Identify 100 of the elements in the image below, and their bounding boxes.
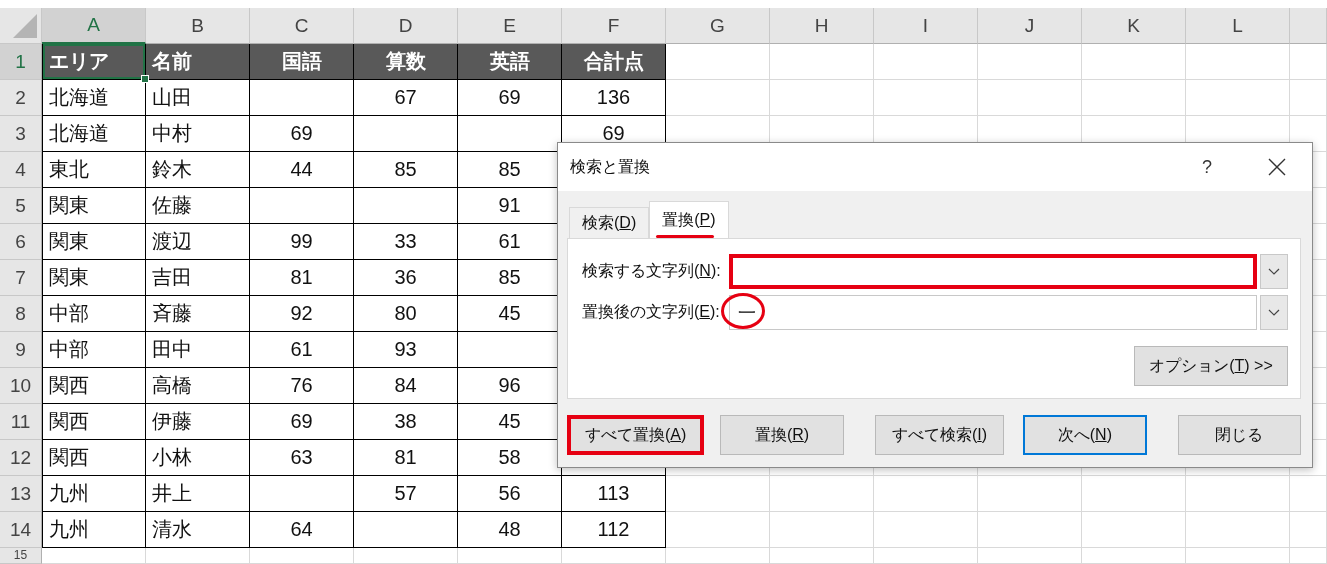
column-header[interactable]: K — [1082, 8, 1186, 44]
table-cell: 57 — [354, 476, 458, 512]
row-header[interactable]: 15 — [0, 548, 42, 564]
table-cell: 斉藤 — [146, 296, 250, 332]
table-cell: 44 — [250, 152, 354, 188]
empty-cell — [1290, 476, 1327, 512]
column-header[interactable]: F — [562, 8, 666, 44]
column-header[interactable]: A — [42, 8, 146, 44]
table-cell: 渡辺 — [146, 224, 250, 260]
column-header[interactable]: E — [458, 8, 562, 44]
table-cell: 48 — [458, 512, 562, 548]
column-title: 英語 — [458, 44, 562, 80]
column-title: 名前 — [146, 44, 250, 80]
table-cell: 81 — [354, 440, 458, 476]
row-header[interactable]: 8 — [0, 296, 42, 332]
row-header[interactable]: 9 — [0, 332, 42, 368]
table-cell: 清水 — [146, 512, 250, 548]
chevron-down-icon — [1268, 309, 1280, 316]
table-cell: 田中 — [146, 332, 250, 368]
dialog-button[interactable]: すべて置換(A) — [567, 415, 705, 455]
dialog-button[interactable]: 次へ(N) — [1023, 415, 1147, 455]
empty-cell — [1290, 44, 1327, 80]
text-field[interactable]: 一 — [728, 295, 1257, 330]
table-cell: 北海道 — [42, 116, 146, 152]
table-cell: 80 — [354, 296, 458, 332]
tab[interactable]: 検索(D) — [569, 207, 650, 238]
fill-handle[interactable] — [141, 75, 149, 83]
column-header[interactable]: L — [1186, 8, 1290, 44]
table-cell: 76 — [250, 368, 354, 404]
row-header[interactable]: 10 — [0, 368, 42, 404]
dialog-title: 検索と置換 — [570, 156, 651, 177]
field-label: 置換後の文字列(E): — [582, 302, 721, 322]
table-cell: 93 — [354, 332, 458, 368]
table-cell: 69 — [250, 404, 354, 440]
row-header[interactable]: 3 — [0, 116, 42, 152]
table-cell: 山田 — [146, 80, 250, 116]
table-cell: 伊藤 — [146, 404, 250, 440]
text-field[interactable] — [728, 254, 1257, 289]
column-header[interactable]: C — [250, 8, 354, 44]
row-header[interactable]: 7 — [0, 260, 42, 296]
empty-cell — [1290, 548, 1327, 564]
row-header[interactable]: 2 — [0, 80, 42, 116]
table-cell: 63 — [250, 440, 354, 476]
table-cell: 関東 — [42, 224, 146, 260]
column-title: 国語 — [250, 44, 354, 80]
table-cell: 中村 — [146, 116, 250, 152]
table-cell: 中部 — [42, 296, 146, 332]
table-cell: 33 — [354, 224, 458, 260]
empty-cell — [1290, 80, 1327, 116]
dialog-button[interactable]: 置換(R) — [720, 415, 844, 455]
column-header[interactable]: G — [666, 8, 770, 44]
table-cell: 99 — [250, 224, 354, 260]
column-header[interactable]: J — [978, 8, 1082, 44]
column-header[interactable] — [1290, 8, 1327, 44]
row-header[interactable]: 5 — [0, 188, 42, 224]
table-cell: 84 — [354, 368, 458, 404]
table-cell: 61 — [250, 332, 354, 368]
table-cell: 112 — [562, 512, 666, 548]
table-cell: 吉田 — [146, 260, 250, 296]
table-cell: 関西 — [42, 440, 146, 476]
row-header[interactable]: 4 — [0, 152, 42, 188]
column-header[interactable]: B — [146, 8, 250, 44]
row-header[interactable]: 11 — [0, 404, 42, 440]
column-title: 算数 — [354, 44, 458, 80]
table-cell: 東北 — [42, 152, 146, 188]
dialog-button[interactable]: すべて検索(I) — [874, 415, 1005, 455]
table-cell: 81 — [250, 260, 354, 296]
table-cell: 64 — [250, 512, 354, 548]
table-cell: 56 — [458, 476, 562, 512]
table-cell: 38 — [354, 404, 458, 440]
table-cell: 高橋 — [146, 368, 250, 404]
dropdown-button[interactable] — [1260, 254, 1288, 289]
dropdown-button[interactable] — [1260, 295, 1288, 330]
table-cell: 69 — [250, 116, 354, 152]
column-header[interactable]: I — [874, 8, 978, 44]
table-cell: 67 — [354, 80, 458, 116]
row-header[interactable]: 12 — [0, 440, 42, 476]
options-button[interactable]: オプション(T) >> — [1134, 346, 1288, 386]
table-cell: 佐藤 — [146, 188, 250, 224]
row-header[interactable]: 13 — [0, 476, 42, 512]
row-header[interactable]: 14 — [0, 512, 42, 548]
table-cell: 九州 — [42, 512, 146, 548]
table-cell: 中部 — [42, 332, 146, 368]
table-cell: 小林 — [146, 440, 250, 476]
close-icon — [1268, 158, 1286, 176]
row-header[interactable]: 6 — [0, 224, 42, 260]
empty-cell — [1290, 512, 1327, 548]
column-title: エリア — [42, 44, 146, 80]
table-cell: 関西 — [42, 368, 146, 404]
row-header[interactable]: 1 — [0, 44, 42, 80]
chevron-down-icon — [1268, 268, 1280, 275]
table-cell: 関東 — [42, 260, 146, 296]
table-cell: 鈴木 — [146, 152, 250, 188]
column-header[interactable]: D — [354, 8, 458, 44]
column-header[interactable]: H — [770, 8, 874, 44]
table-cell: 井上 — [146, 476, 250, 512]
dialog-button[interactable]: 閉じる — [1177, 415, 1301, 455]
table-cell: 関東 — [42, 188, 146, 224]
table-cell: 36 — [354, 260, 458, 296]
tab[interactable]: 置換(P) — [649, 201, 729, 238]
